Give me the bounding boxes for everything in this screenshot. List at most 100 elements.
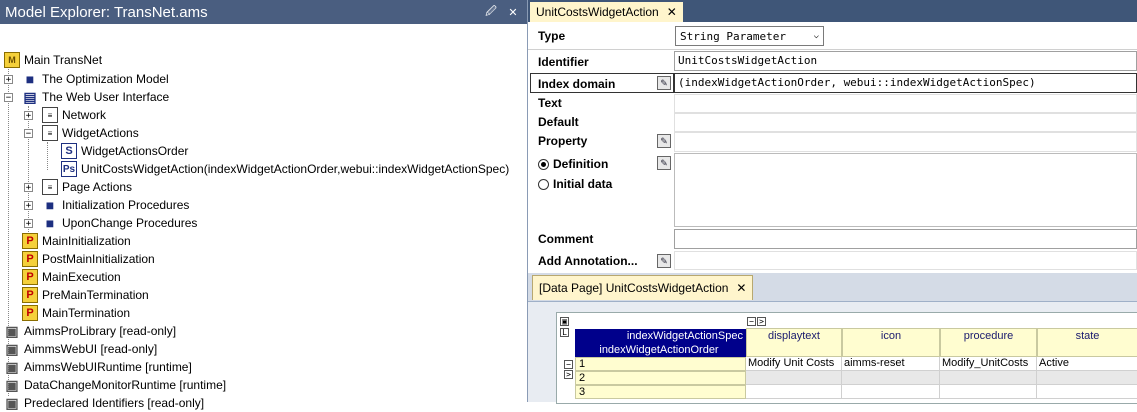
add-annotation-label[interactable]: Add Annotation...: [538, 254, 638, 268]
expand-column-icon[interactable]: >: [757, 317, 766, 326]
comment-field[interactable]: [674, 229, 1137, 249]
data-cell[interactable]: [940, 371, 1037, 385]
tree-node-datachangemonitor-runtime[interactable]: ▣ DataChangeMonitorRuntime [runtime]: [4, 376, 226, 394]
text-field[interactable]: [674, 94, 1137, 113]
collapse-row-icon[interactable]: −: [564, 360, 573, 369]
wizard-icon[interactable]: ✎: [657, 134, 671, 148]
close-icon[interactable]: ✕: [505, 6, 521, 19]
index-domain-field[interactable]: (indexWidgetActionOrder, webui::indexWid…: [674, 73, 1137, 93]
default-label: Default: [538, 115, 579, 129]
declaration-section-icon: ≡: [42, 107, 58, 123]
tree-node-uponchange-procedures[interactable]: ■ UponChange Procedures: [42, 214, 198, 232]
identifier-field[interactable]: UnitCostsWidgetAction: [674, 51, 1137, 71]
row-index-header-spec: indexWidgetActionSpec: [575, 329, 746, 343]
pin-icon[interactable]: 🖉: [483, 3, 499, 22]
data-cell[interactable]: Modify Unit Costs: [746, 357, 842, 371]
tree-node-main-transnet[interactable]: M Main TransNet: [4, 51, 102, 69]
tree-node-main-initialization[interactable]: P MainInitialization: [22, 232, 131, 250]
wizard-icon[interactable]: ✎: [657, 76, 671, 90]
tree-node-optimization-model[interactable]: ■ The Optimization Model: [22, 70, 169, 88]
tree-node-label: WidgetActions: [62, 126, 139, 140]
definition-radio[interactable]: Definition: [538, 157, 608, 171]
tree-node-initialization-procedures[interactable]: ■ Initialization Procedures: [42, 196, 190, 214]
library-icon: ▣: [5, 394, 19, 411]
close-tab-icon[interactable]: ✕: [736, 281, 746, 295]
data-cell[interactable]: [746, 371, 842, 385]
collapse-column-icon[interactable]: −: [747, 317, 756, 326]
identifier-label: Identifier: [538, 55, 589, 69]
data-cell[interactable]: [1037, 385, 1137, 399]
open-book-icon: ▤: [23, 88, 37, 105]
property-label: Property: [538, 134, 588, 148]
data-cell[interactable]: [940, 385, 1037, 399]
procedure-icon: P: [22, 269, 38, 285]
library-icon: ▣: [5, 358, 19, 375]
tab-label: [Data Page] UnitCostsWidgetAction: [539, 281, 729, 295]
column-header: displaytext: [746, 328, 842, 357]
library-icon: ▣: [5, 340, 19, 357]
initial-data-radio[interactable]: Initial data: [538, 177, 612, 191]
model-explorer-panel: Model Explorer: TransNet.ams 🖉 ✕ M Main …: [0, 0, 528, 411]
tree-node-label: MainInitialization: [42, 234, 131, 248]
tree-node-pre-main-termination[interactable]: P PreMainTermination: [22, 286, 149, 304]
data-cell[interactable]: [842, 371, 940, 385]
pivot-layout-icon[interactable]: L: [560, 328, 569, 337]
expand-icon[interactable]: +: [24, 201, 33, 211]
tree-node-main-execution[interactable]: P MainExecution: [22, 268, 121, 286]
model-icon: M: [4, 52, 20, 68]
definition-label: Definition: [553, 157, 609, 171]
expand-row-icon[interactable]: >: [564, 370, 573, 379]
tree-node-widget-actions-order[interactable]: S WidgetActionsOrder: [61, 142, 188, 160]
collapse-icon[interactable]: −: [24, 129, 33, 139]
data-cell[interactable]: Modify_UnitCosts: [940, 357, 1037, 371]
tree-node-label: MainExecution: [42, 270, 121, 284]
type-select[interactable]: String Parameter ⌵: [675, 26, 824, 46]
tree-node-network[interactable]: ≡ Network: [42, 106, 106, 124]
declaration-section-icon: ≡: [42, 179, 58, 195]
tree-node-aimms-pro-library[interactable]: ▣ AimmsProLibrary [read-only]: [4, 322, 176, 340]
data-cell[interactable]: aimms-reset: [842, 357, 940, 371]
expand-icon[interactable]: +: [24, 111, 33, 121]
tree-node-label: The Web User Interface: [42, 90, 170, 104]
wizard-icon[interactable]: ✎: [657, 254, 671, 268]
property-field[interactable]: [674, 132, 1137, 152]
expand-icon[interactable]: +: [4, 75, 13, 85]
tree-node-label: AimmsWebUIRuntime [runtime]: [24, 360, 192, 374]
tree-node-post-main-initialization[interactable]: P PostMainInitialization: [22, 250, 155, 268]
attribute-tab-strip: UnitCostsWidgetAction ✕: [528, 0, 1137, 22]
tree-node-aimms-webui[interactable]: ▣ AimmsWebUI [read-only]: [4, 340, 157, 358]
tree-node-label: MainTermination: [42, 306, 131, 320]
pivot-toggle-icon[interactable]: ▣: [560, 317, 569, 326]
data-cell[interactable]: [1037, 371, 1137, 385]
library-icon: ▣: [5, 322, 19, 339]
default-field[interactable]: [674, 113, 1137, 132]
data-page-panel: [Data Page] UnitCostsWidgetAction ✕ ▣ L …: [528, 273, 1137, 404]
collapse-icon[interactable]: −: [4, 93, 13, 103]
tab-data-page[interactable]: [Data Page] UnitCostsWidgetAction ✕: [532, 275, 754, 300]
expand-icon[interactable]: +: [24, 219, 33, 229]
tree-node-page-actions[interactable]: ≡ Page Actions: [42, 178, 132, 196]
definition-field[interactable]: [674, 153, 1137, 227]
annotation-field[interactable]: [674, 251, 1137, 270]
tree-node-label: Network: [62, 108, 107, 122]
initial-data-label: Initial data: [553, 177, 613, 191]
data-cell[interactable]: [746, 385, 842, 399]
tree-node-widget-actions[interactable]: ≡ WidgetActions: [42, 124, 139, 142]
tree-node-label: DataChangeMonitorRuntime [runtime]: [24, 378, 227, 392]
data-cell[interactable]: [842, 385, 940, 399]
tree-node-label: Predeclared Identifiers [read-only]: [24, 396, 205, 410]
tree-node-label: PreMainTermination: [42, 288, 149, 302]
radio-unselected-icon: [538, 178, 549, 190]
close-tab-icon[interactable]: ✕: [667, 5, 677, 19]
column-header: state: [1037, 328, 1137, 357]
expand-icon[interactable]: +: [24, 183, 33, 193]
tree-node-aimms-webui-runtime[interactable]: ▣ AimmsWebUIRuntime [runtime]: [4, 358, 192, 376]
data-cell[interactable]: Active: [1037, 357, 1137, 371]
wizard-icon[interactable]: ✎: [657, 156, 671, 170]
tree-node-main-termination[interactable]: P MainTermination: [22, 304, 130, 322]
tree-node-web-user-interface[interactable]: ▤ The Web User Interface: [22, 88, 169, 106]
tree-node-unit-costs-widget-action[interactable]: Ps UnitCostsWidgetAction(indexWidgetActi…: [61, 160, 509, 178]
tree-node-predeclared-identifiers[interactable]: ▣ Predeclared Identifiers [read-only]: [4, 394, 204, 412]
tab-unit-costs-widget-action[interactable]: UnitCostsWidgetAction ✕: [530, 2, 683, 22]
type-label: Type: [538, 29, 566, 43]
